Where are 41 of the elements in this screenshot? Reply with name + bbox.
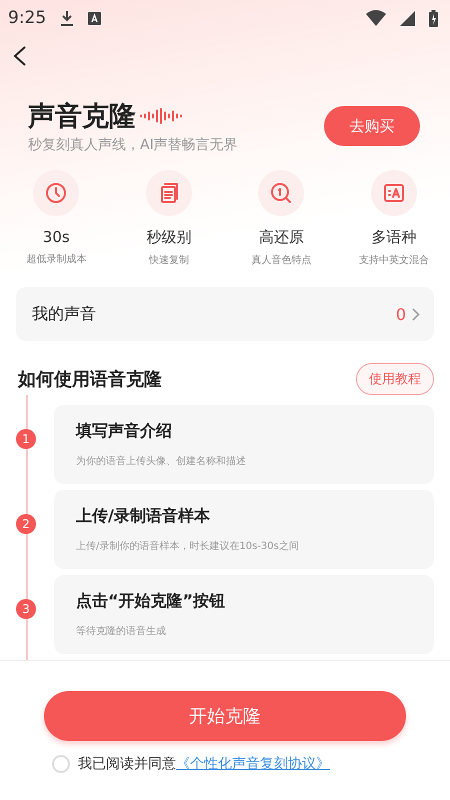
tutorial-button[interactable]: 使用教程	[356, 363, 434, 395]
back-icon[interactable]	[12, 45, 28, 67]
clock-icon	[44, 181, 68, 205]
feature-title: 多语种	[371, 228, 416, 247]
signal-icon	[400, 10, 415, 26]
status-time: 9:25	[8, 8, 46, 28]
app-notification-icon	[88, 12, 102, 24]
feature-title: 秒级别	[146, 228, 192, 247]
feature-title: 高还原	[258, 228, 304, 247]
search-icon	[269, 181, 294, 205]
battery-icon	[429, 10, 438, 26]
step-description: 为你的语音上传头像、创建名称和描述	[76, 454, 247, 468]
feature-caption: 快速复制	[148, 254, 189, 267]
sound-wave-icon	[140, 108, 184, 124]
step-title: 上传/录制语音样本	[76, 506, 211, 527]
feature-title: 30s	[42, 228, 70, 246]
agreement-text: 我已阅读并同意	[78, 755, 176, 773]
step-description: 上传/录制你的语音样本，时长建议在10s-30s之间	[76, 540, 300, 553]
step-number: 2	[16, 514, 36, 534]
section-title: 如何使用语音克隆	[18, 368, 162, 391]
my-voice-row[interactable]: 我的声音 0	[16, 287, 434, 341]
step-title: 点击“开始克隆”按钮	[76, 591, 226, 612]
step-description: 等待克隆的语音生成	[76, 624, 167, 638]
step-number: 3	[16, 599, 36, 619]
download-icon	[60, 10, 74, 26]
step-number: 1	[16, 429, 36, 449]
page-title: 声音克隆	[28, 100, 136, 134]
agreement-link[interactable]: 《个性化声音复刻协议》	[176, 755, 330, 773]
voice-count: 0	[396, 304, 406, 324]
feature-caption: 支持中英文混合	[358, 254, 429, 267]
agree-checkbox[interactable]	[52, 755, 70, 773]
feature-caption: 真人音色特点	[251, 254, 312, 267]
start-clone-button[interactable]: 开始克隆	[44, 691, 406, 741]
chevron-right-icon	[412, 308, 420, 320]
buy-button[interactable]: 去购买	[324, 106, 420, 146]
translate-icon	[382, 181, 406, 205]
feature-caption: 超低录制成本	[26, 252, 86, 266]
step-title: 填写声音介绍	[76, 421, 173, 442]
page-subtitle: 秒复刻真人声线，AI声替畅言无界	[28, 136, 238, 154]
my-voice-label: 我的声音	[32, 304, 96, 324]
wifi-icon	[366, 10, 386, 26]
